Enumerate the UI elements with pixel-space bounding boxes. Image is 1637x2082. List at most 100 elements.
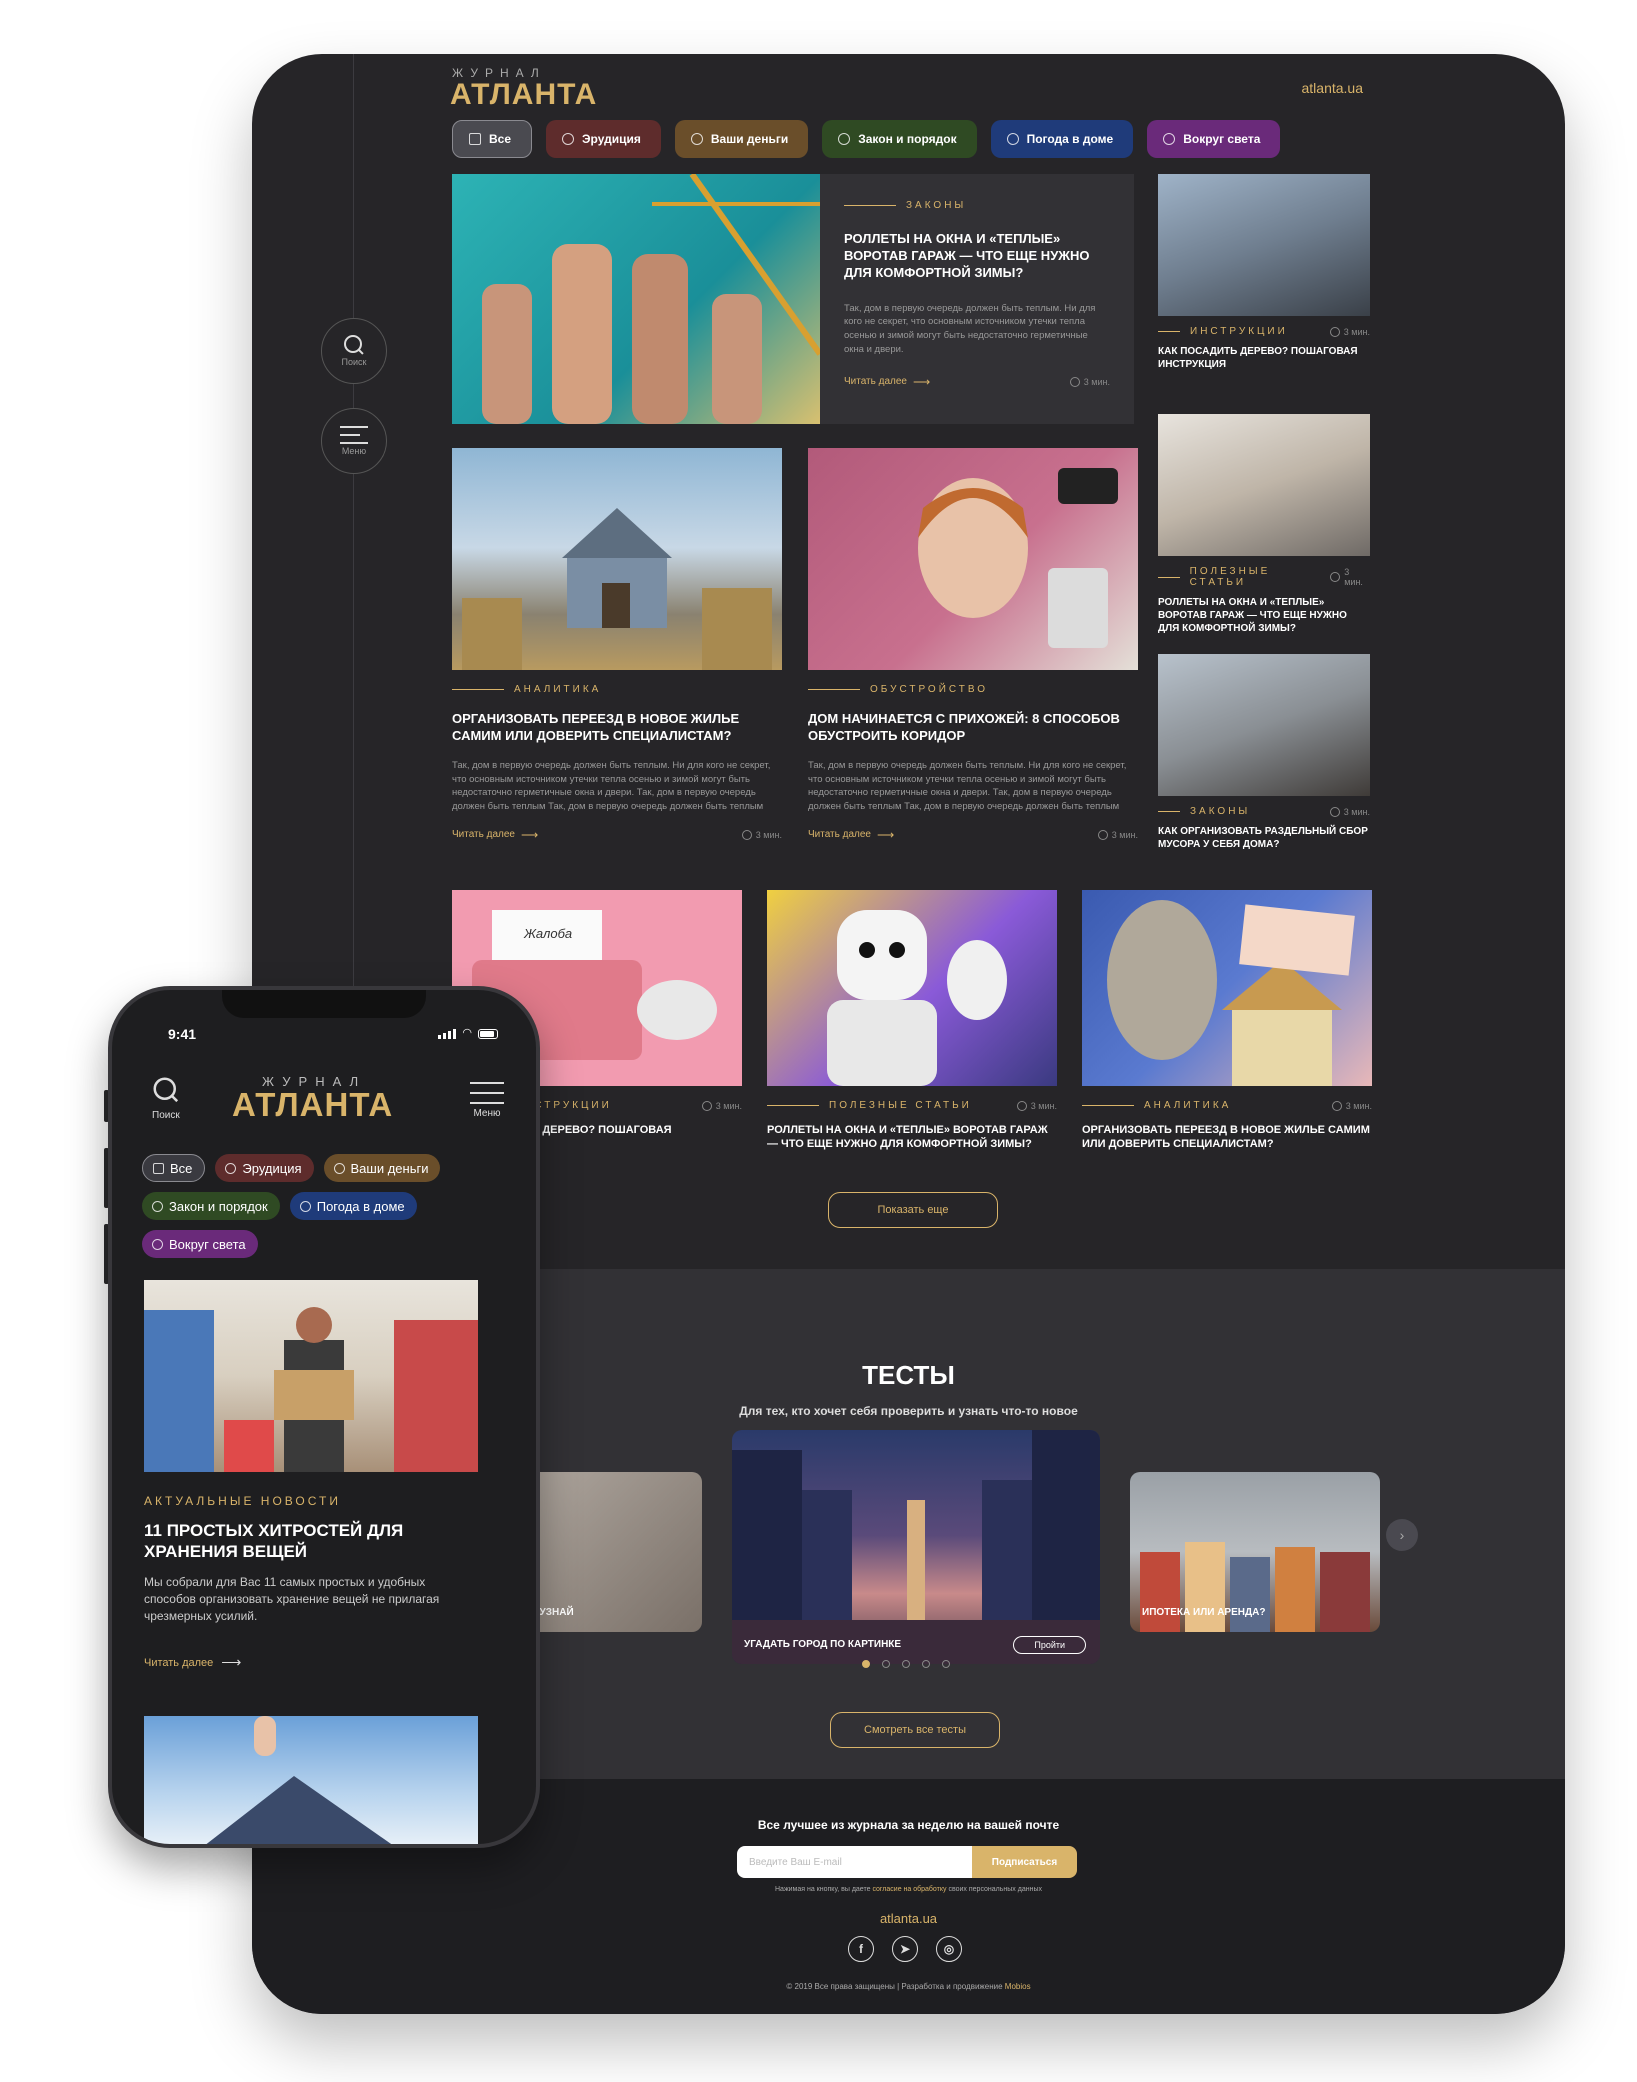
phone-tab-world[interactable]: Вокруг света [142,1230,258,1258]
phone-second-article-image[interactable] [144,1716,478,1844]
side-card-1-title[interactable]: КАК ПОСАДИТЬ ДЕРЕВО? ПОШАГОВАЯ ИНСТРУКЦИ… [1158,345,1370,371]
carousel-dot[interactable] [942,1660,950,1668]
clock-icon [701,1100,712,1111]
clock-icon [1329,806,1340,817]
mid-card-1-category[interactable]: АНАЛИТИКА [452,684,782,695]
mid-card-2-category[interactable]: ОБУСТРОЙСТВО [808,684,1138,695]
tab-world[interactable]: Вокруг света [1147,120,1281,158]
test-card-3[interactable]: ИПОТЕКА ИЛИ АРЕНДА? [1130,1472,1380,1632]
mid-card-1-read-more[interactable]: Читать далее [452,828,538,842]
featured-read-more[interactable]: Читать далее [844,375,930,389]
mid-card-2-read-more[interactable]: Читать далее [808,828,894,842]
instagram-icon[interactable]: ◎ [936,1936,962,1962]
site-url[interactable]: atlanta.ua [1302,80,1364,96]
phone-search-button[interactable]: Поиск [152,1077,180,1121]
side-card-3-image[interactable] [1158,654,1370,796]
mid-card-2-title[interactable]: ДОМ НАЧИНАЕТСЯ С ПРИХОЖЕЙ: 8 СПОСОБОВ ОБ… [808,711,1138,745]
phone-logo[interactable]: АТЛАНТА [232,1086,393,1124]
bottom-card-2-title[interactable]: РОЛЛЕТЫ НА ОКНА И «ТЕПЛЫЕ» ВОРОТАВ ГАРАЖ… [767,1123,1057,1152]
featured-image[interactable] [452,174,820,424]
tab-law[interactable]: Закон и порядок [822,120,977,158]
globe-icon [152,1238,163,1250]
telegram-icon[interactable]: ➤ [892,1936,918,1962]
tab-erudition[interactable]: Эрудиция [546,120,661,158]
tab-weather[interactable]: Погода в доме [990,120,1134,158]
masks-illustration [827,910,1007,1086]
all-tests-button[interactable]: Смотреть все тесты [830,1712,1000,1748]
mid-card-2: ОБУСТРОЙСТВО ДОМ НАЧИНАЕТСЯ С ПРИХОЖЕЙ: … [808,684,1138,842]
bottom-card-3-title[interactable]: ОРГАНИЗОВАТЬ ПЕРЕЕЗД В НОВОЕ ЖИЛЬЕ САМИМ… [1082,1123,1372,1152]
featured-category[interactable]: ЗАКОНЫ [844,200,1110,211]
carousel-dots [862,1660,950,1668]
rail-search-button[interactable]: Поиск [321,318,387,384]
facebook-icon[interactable]: f [848,1936,874,1962]
bottom-card-3-image[interactable] [1082,890,1372,1086]
carousel-dot[interactable] [902,1660,910,1668]
phone-tab-all[interactable]: Все [142,1154,206,1182]
phone-read-more[interactable]: Читать далее [144,1654,241,1671]
bottom-card-3-category[interactable]: АНАЛИТИКА [1082,1100,1231,1111]
rail-menu-button[interactable]: Меню [321,408,387,474]
tab-all[interactable]: Все [452,120,533,158]
phone-tab-law[interactable]: Закон и порядок [142,1192,280,1220]
search-icon [153,1077,178,1103]
menu-icon [470,1082,504,1104]
phone-article-desc: Мы собрали для Вас 11 самых простых и уд… [144,1575,440,1623]
side-card-2-image[interactable] [1158,414,1370,556]
home-icon [299,1200,311,1212]
globe-icon [1163,133,1176,145]
side-card-2-category[interactable]: ПОЛЕЗНЫЕ СТАТЬИ [1158,566,1330,588]
piggybank-house-illustration [206,1716,392,1844]
phone-notch [222,990,426,1018]
test-card-2[interactable]: УГАДАТЬ ГОРОД ПО КАРТИНКЕ Пройти [732,1430,1100,1664]
chevron-right-icon: › [1399,1527,1405,1543]
side-card-2-title[interactable]: РОЛЛЕТЫ НА ОКНА И «ТЕПЛЫЕ» ВОРОТАВ ГАРАЖ… [1158,596,1370,635]
subscribe-button[interactable]: Подписаться [972,1846,1077,1878]
mid-card-1-title[interactable]: ОРГАНИЗОВАТЬ ПЕРЕЕЗД В НОВОЕ ЖИЛЬЕ САМИМ… [452,711,782,745]
featured-desc: Так, дом в первую очередь должен быть те… [844,302,1096,355]
email-input[interactable]: Введите Ваш E-mail [737,1846,972,1878]
carousel-dot[interactable] [922,1660,930,1668]
phone-frame: 9:41 ◠ Поиск ЖУРНАЛ АТЛАНТА Меню Все Эру… [108,986,540,1848]
phone-article-category[interactable]: АКТУАЛЬНЫЕ НОВОСТИ [144,1494,341,1508]
phone-tab-erudition[interactable]: Эрудиция [215,1154,314,1182]
side-card-3-category[interactable]: ЗАКОНЫ [1158,806,1250,817]
tab-money[interactable]: Ваши деньги [674,120,809,158]
developer-link[interactable]: Mobios [1005,1982,1031,1991]
carousel-dot[interactable] [862,1660,870,1668]
carousel-dot[interactable] [882,1660,890,1668]
mid-card-1-image[interactable] [452,448,782,670]
side-card-1-category[interactable]: ИНСТРУКЦИИ [1158,326,1288,337]
mid-card-2-image[interactable] [808,448,1138,670]
test-start-button[interactable]: Пройти [1013,1636,1086,1654]
clock-icon [1016,1100,1027,1111]
phone-tab-weather[interactable]: Погода в доме [289,1192,417,1220]
footer-url[interactable]: atlanta.ua [252,1911,1565,1926]
bottom-card-2-image[interactable] [767,890,1057,1086]
phone-category-tabs: Все Эрудиция Ваши деньги Закон и порядок… [142,1154,462,1258]
menu-icon [340,426,368,444]
bottom-card-2-category[interactable]: ПОЛЕЗНЫЕ СТАТЬИ [767,1100,972,1111]
home-icon [1006,133,1019,145]
test-card-2-label: УГАДАТЬ ГОРОД ПО КАРТИНКЕ [744,1639,902,1650]
consent-note: Нажимая на кнопку, вы даете согласие на … [775,1886,1042,1893]
phone-menu-button[interactable]: Меню [470,1082,504,1119]
site-logo[interactable]: АТЛАНТА [450,78,597,112]
featured-title[interactable]: РОЛЛЕТЫ НА ОКНА И «ТЕПЛЫЕ» ВОРОТАВ ГАРАЖ… [844,231,1110,282]
mid-card-1: АНАЛИТИКА ОРГАНИЗОВАТЬ ПЕРЕЕЗД В НОВОЕ Ж… [452,684,782,842]
wifi-icon: ◠ [462,1027,472,1039]
copyright: © 2019 Все права защищены | Разработка и… [786,1982,1031,1991]
side-card-3-title[interactable]: КАК ОРГАНИЗОВАТЬ РАЗДЕЛЬНЫЙ СБОР МУСОРА … [1158,825,1370,851]
phone-article-title[interactable]: 11 ПРОСТЫХ ХИТРОСТЕЙ ДЛЯ ХРАНЕНИЯ ВЕЩЕЙ [144,1520,444,1563]
phone-article-image[interactable] [144,1280,478,1472]
status-time: 9:41 [168,1026,197,1042]
statue-house-illustration [1107,900,1355,1086]
clock-icon [1331,1100,1342,1111]
battery-icon [478,1029,498,1039]
law-icon [152,1200,163,1212]
phone-tab-money[interactable]: Ваши деньги [323,1154,441,1182]
show-more-button[interactable]: Показать еще [828,1192,998,1228]
carousel-next-button[interactable]: › [1386,1519,1418,1551]
consent-link[interactable]: согласие на обработку [872,1886,946,1893]
side-card-1-image[interactable] [1158,174,1370,316]
